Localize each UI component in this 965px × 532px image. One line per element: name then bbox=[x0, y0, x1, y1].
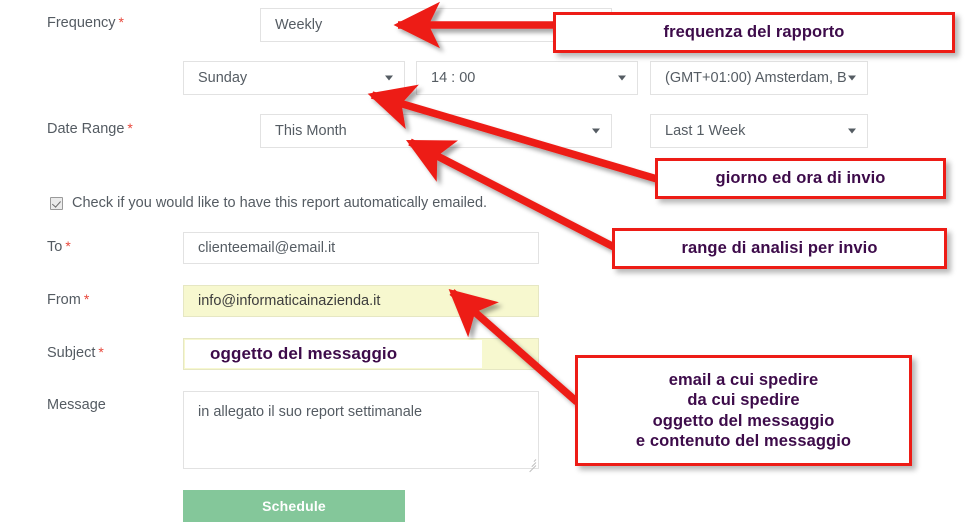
required-marker: * bbox=[127, 120, 133, 136]
date-range-value: This Month bbox=[275, 122, 347, 139]
schedule-button[interactable]: Schedule bbox=[183, 490, 405, 522]
schedule-button-label: Schedule bbox=[262, 498, 326, 514]
from-input[interactable]: info@informaticainazienda.it bbox=[183, 285, 539, 317]
resize-handle-icon[interactable] bbox=[527, 457, 537, 473]
message-textarea[interactable]: in allegato il suo report settimanale bbox=[183, 391, 539, 473]
auto-email-checkbox[interactable] bbox=[50, 196, 63, 210]
period-select[interactable]: Last 1 Week bbox=[650, 114, 868, 148]
frequency-value: Weekly bbox=[275, 16, 323, 33]
to-value: clienteemail@email.it bbox=[198, 239, 336, 256]
auto-email-label: Check if you would like to have this rep… bbox=[72, 195, 488, 211]
from-label: From * bbox=[47, 291, 90, 308]
required-marker: * bbox=[83, 291, 90, 307]
time-select[interactable]: 14 : 00 bbox=[416, 61, 638, 95]
message-label: Message bbox=[47, 397, 106, 413]
auto-email-checkbox-row[interactable]: Check if you would like to have this rep… bbox=[50, 195, 487, 211]
day-value: Sunday bbox=[198, 69, 248, 86]
chevron-down-icon bbox=[848, 128, 856, 134]
date-range-select[interactable]: This Month bbox=[260, 114, 612, 148]
scheduled-report-form-screenshot: Frequency * Weekly Sunday 14 : 00 (GMT+01… bbox=[0, 0, 965, 532]
chevron-down-icon bbox=[848, 75, 856, 81]
timezone-select[interactable]: (GMT+01:00) Amsterdam, B bbox=[650, 61, 868, 95]
callout-day-time: giorno ed ora di invio bbox=[655, 158, 946, 199]
chevron-down-icon bbox=[592, 128, 600, 134]
frequency-label: Frequency * bbox=[47, 14, 124, 31]
required-marker: * bbox=[98, 344, 104, 360]
day-select[interactable]: Sunday bbox=[183, 61, 405, 95]
subject-note: oggetto del messaggio bbox=[210, 344, 398, 363]
from-value: info@informaticainazienda.it bbox=[198, 292, 381, 309]
time-value: 14 : 00 bbox=[431, 69, 476, 86]
period-value: Last 1 Week bbox=[665, 122, 746, 139]
chevron-down-icon bbox=[618, 75, 626, 81]
to-label: To * bbox=[47, 238, 71, 255]
callout-frequency: frequenza del rapporto bbox=[553, 12, 955, 53]
required-marker: * bbox=[65, 238, 71, 254]
date-range-label: Date Range * bbox=[47, 120, 133, 137]
chevron-down-icon bbox=[385, 75, 393, 81]
required-marker: * bbox=[118, 14, 124, 30]
callout-email-fields: email a cui spedire da cui spedire ogget… bbox=[575, 355, 912, 466]
message-value: in allegato il suo report settimanale bbox=[198, 404, 423, 420]
timezone-value: (GMT+01:00) Amsterdam, B bbox=[665, 69, 847, 86]
subject-label: Subject * bbox=[47, 344, 104, 361]
callout-date-range: range di analisi per invio bbox=[612, 228, 947, 269]
to-input[interactable]: clienteemail@email.it bbox=[183, 232, 539, 264]
